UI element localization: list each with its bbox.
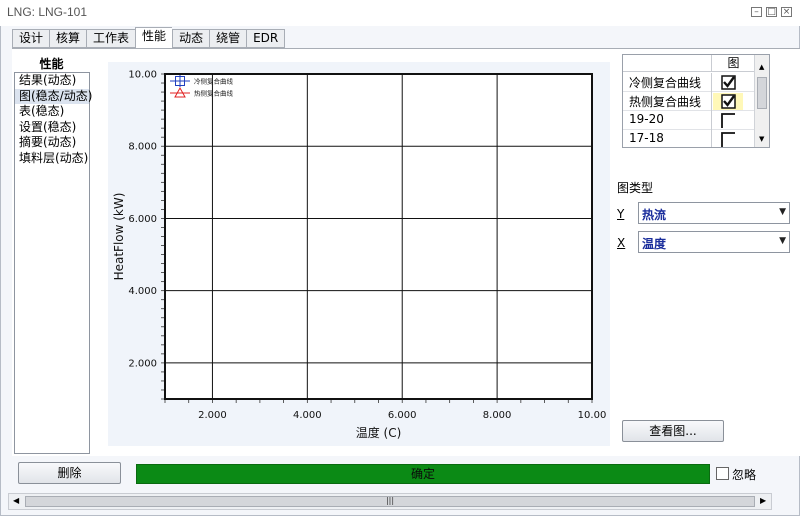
tab-edr[interactable]: EDR [246, 29, 286, 48]
scrollbar-thumb[interactable] [757, 77, 767, 109]
y-tick-label: 4.000 [128, 286, 157, 297]
table-row: 热侧复合曲线 [623, 92, 755, 111]
ignore-checkbox[interactable] [716, 467, 729, 480]
x-axis-label: X [617, 236, 626, 250]
curve-name: 热侧复合曲线 [629, 95, 702, 109]
curve-table-body: 冷侧复合曲线 热侧复合曲线 19-20 17-18 [623, 73, 756, 148]
x-axis-select[interactable]: 温度 ▼ [638, 231, 790, 253]
x-tick-label: 10.00 [578, 410, 607, 421]
minimize-icon[interactable]: – [751, 7, 762, 17]
tab-rating[interactable]: 核算 [49, 29, 87, 48]
tab-coil[interactable]: 绕管 [209, 29, 247, 48]
chevron-down-icon: ▼ [779, 207, 786, 217]
y-tick-label: 8.000 [128, 142, 157, 153]
view-plot-button[interactable]: 查看图... [622, 420, 724, 442]
x-axis-select-value: 温度 [642, 237, 667, 251]
curve-name: 19-20 [629, 112, 664, 126]
curve-plot-cell [711, 92, 755, 111]
y-tick-label: 2.000 [128, 358, 157, 369]
horizontal-scrollbar[interactable]: ◀ ||| ▶ [8, 493, 772, 510]
curve-name: 17-18 [629, 131, 664, 145]
nav-item-plots[interactable]: 图(稳态/动态) [15, 88, 92, 104]
scrollbar-thumb[interactable]: ||| [25, 496, 755, 507]
close-icon[interactable]: × [781, 7, 792, 17]
table-row: 17-18 [623, 130, 756, 148]
curve-table: 图 冷侧复合曲线 热侧复合曲线 19-20 17-18 ▲ ▼ [622, 54, 770, 148]
tab-design[interactable]: 设计 [12, 29, 50, 48]
tab-worksheet[interactable]: 工作表 [86, 29, 136, 48]
nav-list: 结果(动态) 图(稳态/动态) 表(稳态) 设置(稳态) 摘要(动态) 填料层(… [14, 72, 92, 454]
tab-dynamics[interactable]: 动态 [172, 29, 210, 48]
curve-name: 冷侧复合曲线 [629, 76, 702, 90]
tab-performance[interactable]: 性能 [135, 27, 173, 48]
scroll-down-icon[interactable]: ▼ [759, 135, 764, 143]
curve-plot-cell [711, 73, 755, 92]
tab-strip: 设计 核算 工作表 性能 动态 绕管 EDR [12, 27, 286, 48]
nav-header: 性能 [39, 57, 64, 71]
curve-plot-cell [711, 111, 755, 130]
checkbox-unchecked-icon[interactable] [712, 111, 756, 130]
checkbox-unchecked-icon[interactable] [712, 130, 756, 148]
maximize-icon[interactable]: □ [766, 7, 777, 17]
plot-type-label: 图类型 [617, 181, 654, 195]
y-axis-label: Y [617, 207, 625, 221]
legend-label: 热侧复合曲线 [194, 89, 234, 98]
nav-item-summary[interactable]: 摘要(动态) [15, 135, 89, 151]
nav-item-setup[interactable]: 设置(稳态) [15, 120, 89, 136]
x-tick-label: 4.000 [293, 410, 322, 421]
nav-item-tables[interactable]: 表(稳态) [15, 104, 89, 120]
checkbox-checked-icon[interactable] [712, 73, 756, 92]
curve-table-scrollbar[interactable]: ▲ ▼ [754, 55, 769, 147]
y-axis-select[interactable]: 热流 ▼ [638, 202, 790, 224]
plot-area [165, 74, 592, 399]
y-tick-label: 10.00 [128, 70, 157, 81]
x-tick-label: 2.000 [198, 410, 227, 421]
x-tick-label: 8.000 [483, 410, 512, 421]
legend-label: 冷侧复合曲线 [194, 77, 234, 86]
x-tick-label: 6.000 [388, 410, 417, 421]
table-row: 冷侧复合曲线 [623, 73, 755, 92]
y-axis-title: HeatFlow (kW) [112, 193, 126, 281]
nav-item-packing[interactable]: 填料层(动态) [15, 151, 89, 167]
chevron-down-icon: ▼ [779, 236, 786, 246]
checkbox-checked-icon[interactable] [712, 92, 756, 111]
y-axis-select-value: 热流 [642, 208, 667, 222]
ok-button[interactable]: 确定 [136, 464, 710, 484]
curve-plot-cell [711, 130, 756, 148]
table-row: 19-20 [623, 111, 755, 130]
heatflow-chart[interactable]: 2.000 4.000 6.000 8.000 10.00 2.000 4.000 6.000… [108, 62, 610, 446]
title-bar: LNG: LNG-101 – □ × [0, 0, 800, 26]
x-axis-title: 温度 (C) [356, 425, 402, 440]
curve-table-header-plot: 图 [711, 55, 755, 72]
ignore-label: 忽略 [732, 468, 757, 482]
scroll-left-icon[interactable]: ◀ [13, 496, 19, 505]
scroll-up-icon[interactable]: ▲ [759, 63, 764, 71]
delete-button[interactable]: 删除 [18, 462, 121, 484]
scroll-right-icon[interactable]: ▶ [760, 496, 766, 505]
window-title: LNG: LNG-101 [7, 5, 88, 19]
y-tick-label: 6.000 [128, 214, 157, 225]
curve-table-header: 图 [623, 55, 755, 72]
nav-item-results[interactable]: 结果(动态) [15, 73, 89, 89]
